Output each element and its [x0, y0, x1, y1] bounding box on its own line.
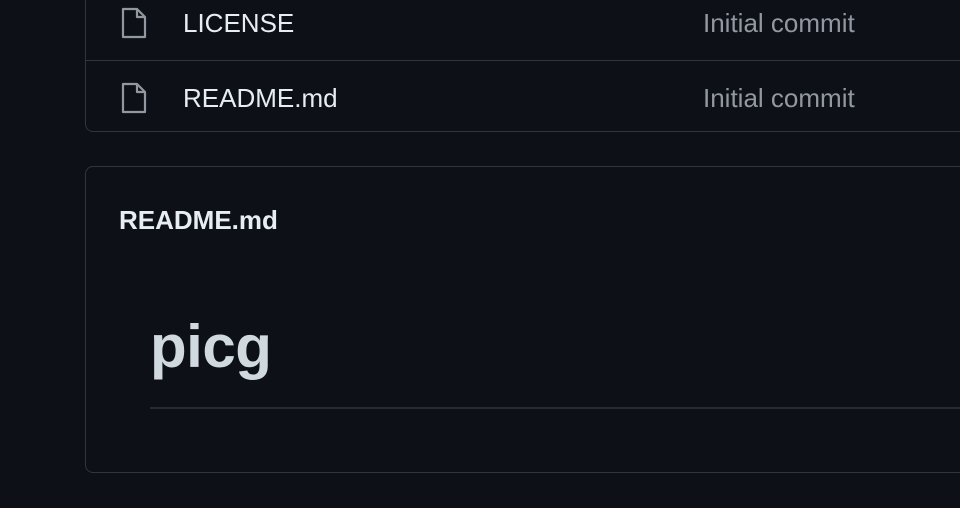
- readme-panel: README.md picg: [85, 166, 960, 473]
- file-name-link[interactable]: README.md: [183, 83, 338, 114]
- file-name-link[interactable]: LICENSE: [183, 8, 294, 39]
- file-icon: [120, 81, 148, 115]
- commit-message-link[interactable]: Initial commit: [703, 83, 855, 114]
- repository-page: LICENSE Initial commit README.md Initial…: [0, 0, 960, 508]
- file-row[interactable]: README.md Initial commit: [86, 60, 960, 135]
- file-list: LICENSE Initial commit README.md Initial…: [85, 0, 960, 132]
- file-row[interactable]: LICENSE Initial commit: [86, 0, 960, 60]
- heading-divider: [150, 407, 960, 409]
- commit-message-link[interactable]: Initial commit: [703, 8, 855, 39]
- readme-heading: picg: [150, 313, 272, 380]
- file-icon: [120, 6, 148, 40]
- readme-title[interactable]: README.md: [119, 205, 278, 236]
